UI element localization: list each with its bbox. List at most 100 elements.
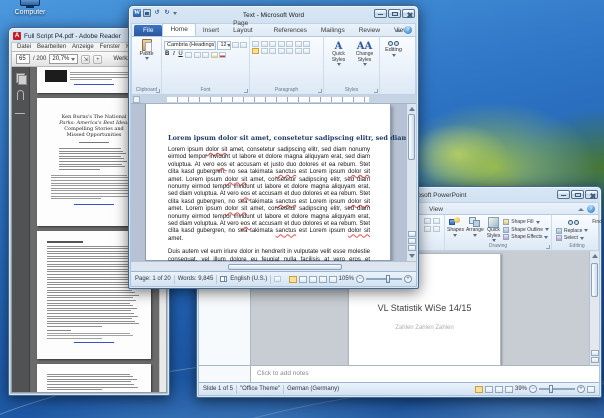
page-number-input[interactable]: 65 [16, 54, 30, 64]
vertical-scrollbar[interactable] [406, 104, 416, 261]
ppt-scrollbar-thumb[interactable] [591, 263, 598, 297]
minimize-button[interactable] [557, 190, 570, 199]
editing-button[interactable]: Editing [382, 47, 405, 53]
zoom-slider[interactable] [539, 385, 575, 394]
strikethrough-icon[interactable] [185, 51, 193, 58]
shading-icon[interactable] [294, 48, 302, 54]
align-left-icon[interactable] [252, 48, 259, 54]
page-thumbnails-icon[interactable] [16, 73, 27, 85]
tab-mailings[interactable]: Mailings [314, 25, 352, 36]
shapes-button[interactable]: Shapes [447, 217, 464, 242]
scroll-up-icon[interactable] [409, 107, 415, 111]
help-icon[interactable]: ? [404, 26, 412, 34]
pdf-hyperlink[interactable] [74, 84, 114, 85]
word-count[interactable]: Words: 9,845 [178, 276, 214, 282]
slide-subtitle[interactable]: Zahlen Zahlen Zahlen [358, 325, 491, 331]
decrease-indent-icon[interactable] [277, 40, 285, 47]
undo-button[interactable]: ↺ [153, 9, 161, 17]
find-button[interactable]: Find [556, 218, 602, 226]
outline-view-button[interactable] [318, 275, 327, 283]
find-icon[interactable] [388, 41, 399, 46]
help-icon[interactable]: ? [587, 205, 595, 213]
increase-indent-icon[interactable] [286, 40, 293, 47]
change-styles-button[interactable]: AA Change Styles [352, 41, 377, 66]
menu-bearbeiten[interactable]: Bearbeiten [37, 44, 66, 50]
notes-placeholder[interactable]: Click to add notes [257, 370, 309, 377]
font-size-select[interactable]: 12 [217, 40, 231, 50]
highlight-color-icon[interactable] [210, 51, 218, 58]
align-center-icon[interactable] [260, 48, 268, 54]
tab-home[interactable]: Home [162, 23, 196, 36]
zoom-out-button[interactable]: − [356, 275, 364, 283]
italic-button[interactable]: I [172, 51, 176, 58]
scrollbar-thumb[interactable] [408, 114, 415, 160]
redo-button[interactable]: ↻ [163, 9, 171, 17]
slide-sorter-view-button[interactable] [484, 385, 493, 393]
ribbon-icon[interactable] [424, 226, 431, 232]
zoom-level-select[interactable]: 20,7% [49, 54, 79, 64]
fit-to-window-button[interactable] [587, 385, 595, 393]
select-browse-object-button[interactable] [407, 238, 416, 244]
menu-datei[interactable]: Datei [17, 44, 31, 50]
zoom-slider[interactable] [366, 275, 402, 284]
borders-icon[interactable] [303, 48, 310, 54]
menu-fenster[interactable]: Fenster [100, 44, 120, 50]
word-logo-icon[interactable]: W [133, 9, 141, 17]
macro-icon[interactable] [274, 276, 282, 282]
ribbon-icon[interactable] [424, 218, 431, 224]
collapse-ribbon-icon[interactable] [395, 28, 401, 32]
desktop-icon-computer[interactable]: Computer [4, 0, 56, 16]
select-button[interactable]: Select [556, 235, 602, 241]
sort-icon[interactable] [294, 40, 302, 47]
ppt-scrollbar[interactable] [589, 251, 599, 365]
pdf-hyperlink[interactable] [74, 204, 114, 206]
ribbon-icon[interactable] [433, 226, 440, 232]
fullscreen-reading-view-button[interactable] [298, 275, 307, 283]
page-count[interactable]: Page: 1 of 20 [135, 276, 171, 282]
dialog-launcher-icon[interactable] [374, 89, 378, 93]
zoom-in-button[interactable]: + [404, 275, 412, 283]
subscript-icon[interactable] [193, 51, 201, 58]
quick-styles-button[interactable]: Quick Styles [486, 217, 502, 242]
dialog-launcher-icon[interactable] [244, 89, 248, 93]
line-spacing-icon[interactable] [286, 48, 293, 54]
slideshow-view-button[interactable] [504, 385, 513, 393]
maximize-button[interactable] [388, 9, 401, 18]
quick-styles-button[interactable]: A Quick Styles [326, 41, 351, 66]
dialog-launcher-icon[interactable] [546, 245, 550, 249]
horizontal-ruler[interactable] [131, 95, 416, 104]
attachments-icon[interactable] [17, 90, 24, 100]
font-color-icon[interactable] [219, 51, 227, 58]
bullets-icon[interactable] [252, 40, 259, 47]
editing-dropdown-icon[interactable] [391, 54, 396, 57]
close-button[interactable] [585, 190, 598, 199]
signature-icon[interactable] [14, 107, 27, 114]
tab-file[interactable]: File [134, 25, 163, 36]
superscript-icon[interactable] [202, 51, 210, 58]
print-layout-view-button[interactable] [288, 275, 297, 283]
qat-dropdown-icon[interactable] [173, 11, 177, 15]
horizontal-scrollbar[interactable] [131, 261, 416, 271]
shape-effects-button[interactable]: Shape Effects [503, 234, 549, 240]
proofing-icon[interactable] [220, 276, 228, 282]
fit-width-icon[interactable]: ⇲ [81, 54, 91, 64]
tab-view[interactable]: View [422, 204, 450, 215]
zoom-options-icon[interactable]: + [93, 54, 103, 64]
dialog-launcher-icon[interactable] [156, 89, 160, 93]
underline-button[interactable]: U [177, 51, 183, 58]
zoom-out-button[interactable]: − [529, 385, 537, 393]
pdf-hyperlink[interactable] [74, 341, 114, 343]
arrange-button[interactable]: Arrange [466, 217, 484, 242]
menu-anzeige[interactable]: Anzeige [72, 44, 94, 50]
align-right-icon[interactable] [269, 48, 276, 54]
justify-icon[interactable] [277, 48, 285, 54]
hscrollbar-thumb[interactable] [227, 263, 342, 270]
draft-view-button[interactable] [328, 275, 337, 283]
tab-page-layout[interactable]: Page Layout [226, 18, 267, 36]
document-page[interactable]: Lorem ipsum dolor sit amet, consetetur s… [145, 104, 416, 261]
shape-outline-button[interactable]: Shape Outline [503, 226, 549, 233]
tab-review[interactable]: Review [352, 25, 387, 36]
font-name-select[interactable]: Cambria (Headings) [164, 40, 216, 50]
close-button[interactable] [402, 9, 415, 18]
tab-selector[interactable] [133, 96, 140, 103]
